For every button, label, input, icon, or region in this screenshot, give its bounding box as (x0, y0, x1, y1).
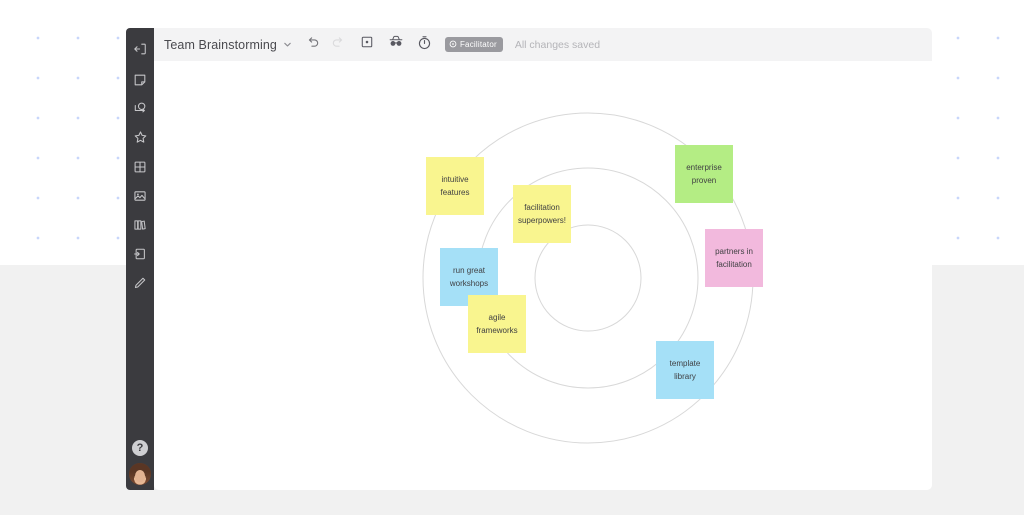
sticky-note-line: frameworks (476, 324, 517, 337)
sidebar-item-sticky-note-tool[interactable] (126, 65, 154, 94)
chevron-down-icon[interactable] (283, 40, 292, 49)
star-icon (133, 130, 148, 145)
image-icon (133, 189, 147, 203)
sticky-note-line: facilitation (716, 258, 752, 271)
sticky-note-line: proven (692, 174, 716, 187)
sidebar-item-pen-tool[interactable] (126, 268, 154, 297)
books-library-icon (133, 218, 147, 232)
sidebar-item-shapes-connector-tool[interactable] (126, 94, 154, 123)
screen: ? Team Brainstorming (0, 0, 1024, 515)
status-badge[interactable]: Facilitator (445, 37, 503, 52)
gear-icon (449, 40, 457, 50)
note-enterprise-proven[interactable]: enterpriseproven (675, 145, 733, 203)
sidebar-item-library-tool[interactable] (126, 210, 154, 239)
exit-arrow-icon (133, 42, 147, 56)
pencil-icon (133, 276, 147, 290)
left-tool-rail: ? (126, 28, 154, 490)
sticky-note-line: intuitive (441, 173, 468, 186)
board-canvas[interactable]: intuitivefeaturesfacilitationsuperpowers… (154, 61, 932, 490)
sticky-note-icon (133, 73, 147, 87)
sticky-note-line: run great (453, 264, 485, 277)
redo-arrow-icon (331, 36, 344, 54)
sticky-note-line: agile (489, 311, 506, 324)
board-top-bar: Team Brainstorming (154, 28, 932, 61)
whiteboard-app-window: ? Team Brainstorming (126, 28, 932, 490)
frame-presentation-icon (360, 35, 374, 54)
sticky-note-line: partners in (715, 245, 753, 258)
sticky-note-line: library (674, 370, 696, 383)
frame-presentation-button[interactable] (355, 33, 379, 57)
grid-table-icon (133, 160, 147, 174)
stopwatch-timer-icon (417, 35, 432, 55)
help-info-icon[interactable]: ? (132, 440, 148, 456)
sticky-note-line: superpowers! (518, 214, 566, 227)
note-partners-in-facilitation[interactable]: partners infacilitation (705, 229, 763, 287)
sidebar-item-upload-file-tool[interactable] (126, 239, 154, 268)
shapes-connector-icon (133, 101, 148, 116)
sticky-note-line: workshops (450, 277, 488, 290)
timer-button[interactable] (413, 33, 437, 57)
redo-button[interactable] (326, 33, 350, 57)
sticky-note-line: features (441, 186, 470, 199)
note-facilitation-superpowers[interactable]: facilitationsuperpowers! (513, 185, 571, 243)
file-upload-icon (133, 247, 147, 261)
concentric-circles-diagram (154, 61, 932, 490)
sidebar-item-starred-tool[interactable] (126, 123, 154, 152)
note-agile-frameworks[interactable]: agileframeworks (468, 295, 526, 353)
avatar[interactable] (129, 463, 151, 485)
sticky-note-line: facilitation (524, 201, 560, 214)
incognito-mode-button[interactable] (384, 33, 408, 57)
sidebar-item-exit-board[interactable] (126, 34, 154, 63)
note-template-library[interactable]: templatelibrary (656, 341, 714, 399)
incognito-glasses-icon (388, 34, 404, 55)
avatar-face (135, 470, 145, 482)
sticky-note-line: enterprise (686, 161, 722, 174)
sticky-note-line: template (670, 357, 701, 370)
note-intuitive-features[interactable]: intuitivefeatures (426, 157, 484, 215)
facilitator-label: Facilitator (460, 40, 497, 49)
sidebar-item-image-tool[interactable] (126, 181, 154, 210)
save-status-text: All changes saved (515, 39, 600, 51)
undo-button[interactable] (302, 33, 326, 57)
undo-arrow-icon (307, 36, 320, 54)
sidebar-item-grid-frame-tool[interactable] (126, 152, 154, 181)
page-title[interactable]: Team Brainstorming (164, 38, 277, 52)
